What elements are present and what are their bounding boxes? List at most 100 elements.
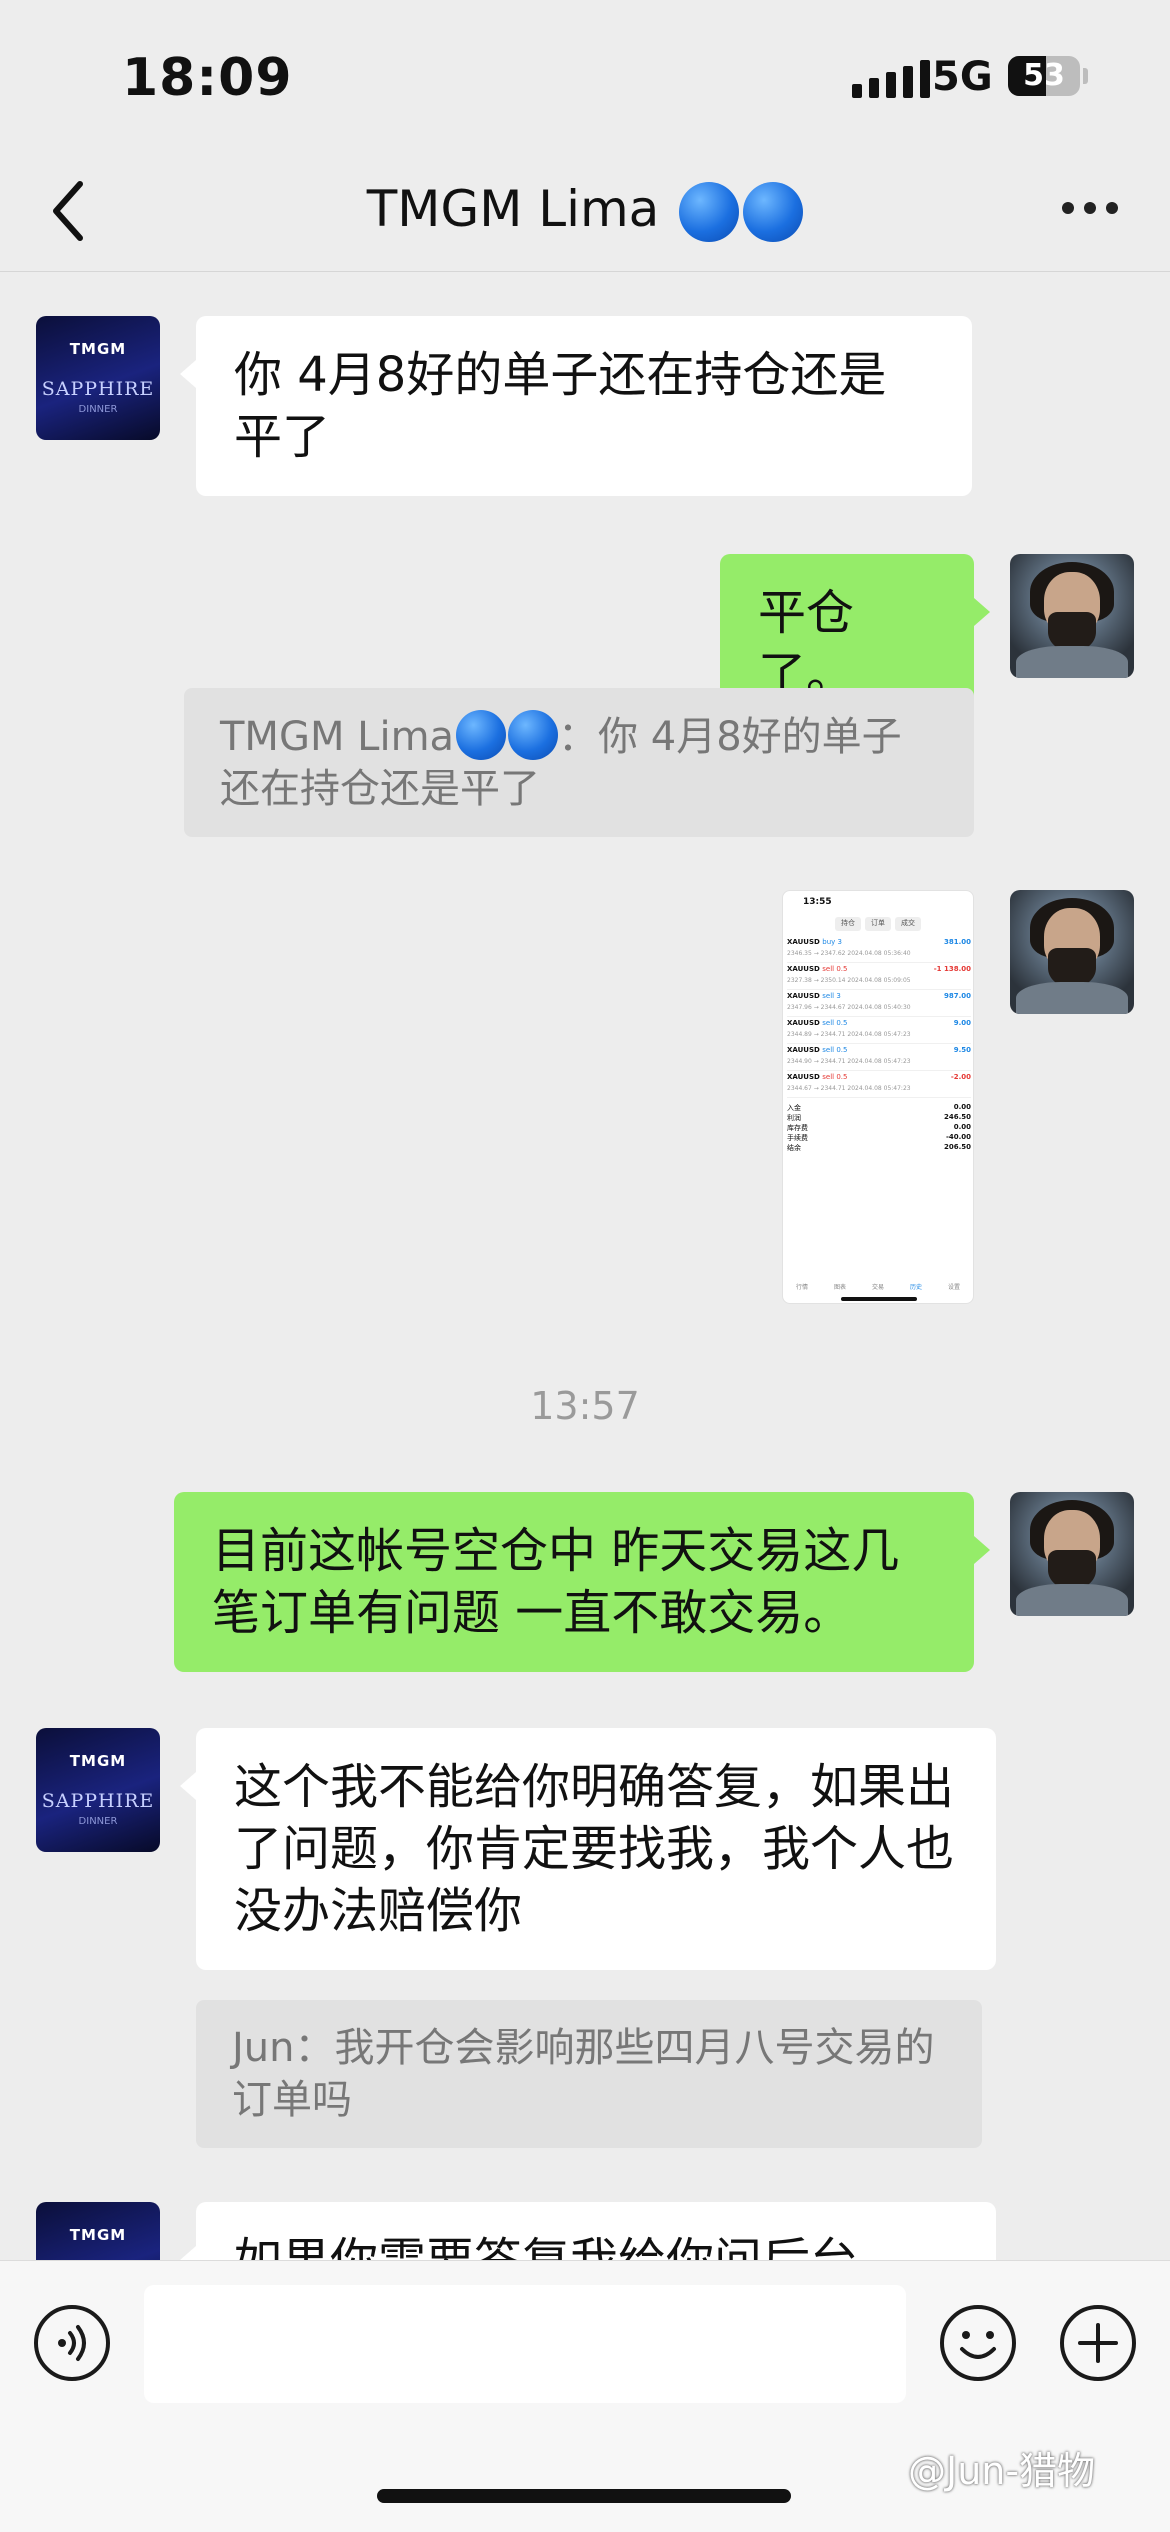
quote-sender: TMGM Lima [220, 714, 455, 760]
shot-trade-row: XAUUSD sell 0.5 -1 138.00 2327.38 → 2350.1… [787, 964, 971, 990]
contact-avatar[interactable]: TMGM SAPPHIRE DINNER [36, 316, 160, 440]
shot-footer-tab: 设置 [947, 1284, 960, 1291]
shot-trade-side: buy 3 [822, 938, 842, 946]
shot-summary: 入金 0.00 利润 246.50 库存费 0.00 手续费 -40.00 结余 206.50 [787, 1103, 971, 1153]
signal-icon [852, 58, 930, 98]
chat-title-text: TMGM Lima [366, 180, 660, 238]
shot-trade-pl: 9.00 [953, 1019, 971, 1027]
chat-title: TMGM Lima [0, 180, 1170, 244]
shot-trade-pl: 987.00 [943, 992, 971, 1000]
more-icon[interactable] [1062, 202, 1118, 214]
shot-trade-row: XAUUSD buy 3 381.00 2346.35 → 2347.62 2024… [787, 937, 971, 963]
contact-avatar[interactable]: TMGM SAPPHIRE DINNER [36, 1728, 160, 1852]
user-avatar[interactable] [1010, 554, 1134, 678]
shot-tab: 订单 [865, 917, 891, 931]
shot-summary-row: 利润 246.50 [787, 1113, 971, 1123]
shot-summary-label: 入金 [787, 1104, 801, 1112]
watermark: @Jun-猎物 [908, 2449, 1096, 2493]
home-indicator [377, 2489, 791, 2503]
shot-tabs: 持仓 订单 成交 [783, 917, 973, 931]
message-bubble-incoming[interactable]: 你 4月8好的单子还在持仓还是平了 [180, 316, 972, 496]
shot-trade-row: XAUUSD sell 0.5 9.00 2344.89 → 2344.71 202… [787, 1018, 971, 1044]
battery-value: 53 [1023, 58, 1065, 93]
shot-trade-detail: 2344.67 → 2344.71 2024.04.08 05:47:23 [787, 1085, 911, 1092]
shot-footer-tab: 历史 [909, 1284, 922, 1291]
shot-trade-symbol: XAUUSD buy 3 [787, 938, 842, 946]
message-text: 如果你需要答复我给你问后台 [234, 2233, 858, 2260]
shot-trade-pl: 9.50 [953, 1046, 971, 1054]
quoted-message[interactable]: Jun：我开仓会影响那些四月八号交易的订单吗 [196, 2000, 982, 2148]
message-list[interactable]: TMGM SAPPHIRE DINNER 你 4月8好的单子还在持仓还是平了 平… [0, 272, 1170, 2260]
emoji-icon[interactable] [938, 2303, 1018, 2383]
shot-trade-symbol: XAUUSD sell 0.5 [787, 965, 848, 973]
shot-summary-label: 手续费 [787, 1134, 808, 1142]
shot-summary-value: -40.00 [945, 1133, 971, 1141]
shot-trade-detail: 2346.35 → 2347.62 2024.04.08 05:36:40 [787, 950, 911, 957]
message-input[interactable] [144, 2285, 906, 2403]
quoted-message[interactable]: TMGM Lima ：你 4月8好的单子还在持仓还是平了 [184, 688, 974, 837]
battery-tip [1083, 68, 1088, 84]
message-text: 目前这帐号空仓中 昨天交易这几笔订单有问题 一直不敢交易。 [212, 1523, 900, 1641]
blue-circle-emoji [456, 710, 507, 760]
message-bubble-incoming[interactable]: 如果你需要答复我给你问后台 [180, 2202, 996, 2260]
avatar-logo-text: TMGM [69, 1752, 127, 1770]
shot-trade-symbol: XAUUSD sell 3 [787, 992, 841, 1000]
blue-circle-emoji [508, 710, 559, 760]
quote-text: Jun：我开仓会影响那些四月八号交易的订单吗 [232, 2025, 935, 2123]
shot-trade-pl: -1 138.00 [933, 965, 971, 973]
shot-trade-side: sell 3 [822, 992, 841, 1000]
shot-summary-value: 0.00 [953, 1123, 971, 1131]
shot-trade-symbol: XAUUSD sell 0.5 [787, 1046, 848, 1054]
avatar-logo-text: TMGM [69, 2226, 127, 2244]
shot-trade-detail: 2327.38 → 2350.14 2024.04.08 05:09:05 [787, 977, 911, 984]
message-text: 平仓了。 [758, 585, 855, 703]
avatar-sub: DINNER [78, 1816, 118, 1827]
shot-trade-side: sell 0.5 [822, 1073, 848, 1081]
shot-trade-symbol: XAUUSD sell 0.5 [787, 1073, 848, 1081]
shot-summary-value: 246.50 [943, 1113, 971, 1121]
shot-trade-pl: -2.00 [950, 1073, 971, 1081]
message-text: 这个我不能给你明确答复，如果出了问题，你肯定要找我，我个人也没办法赔偿你 [234, 1759, 955, 1939]
shot-summary-value: 206.50 [943, 1143, 971, 1151]
shot-trade-row: XAUUSD sell 0.5 -2.00 2344.67 → 2344.71 20… [787, 1072, 971, 1098]
avatar-word: SAPPHIRE [41, 1790, 155, 1812]
shot-trade-side: sell 0.5 [822, 1046, 848, 1054]
message-bubble-outgoing[interactable]: 目前这帐号空仓中 昨天交易这几笔订单有问题 一直不敢交易。 [174, 1492, 990, 1672]
shot-footer-tab: 图表 [833, 1284, 846, 1291]
shot-summary-label: 利润 [787, 1114, 801, 1122]
status-bar: 18:09 5G 53 [0, 0, 1170, 150]
shot-summary-row: 入金 0.00 [787, 1103, 971, 1113]
user-avatar[interactable] [1010, 1492, 1134, 1616]
shot-summary-label: 结余 [787, 1144, 801, 1152]
shot-tab: 持仓 [835, 917, 861, 931]
avatar-word: SAPPHIRE [41, 378, 155, 400]
image-message-trade-history[interactable]: 13:55 持仓 订单 成交 XAUUSD buy 3 381.00 2346.35 →… [782, 890, 974, 1304]
shot-trade-side: sell 0.5 [822, 1019, 848, 1027]
shot-summary-row: 手续费 -40.00 [787, 1133, 971, 1143]
shot-trade-side: sell 0.5 [822, 965, 848, 973]
shot-footer-tab: 交易 [871, 1284, 884, 1291]
shot-trade-detail: 2344.90 → 2344.71 2024.04.08 05:47:23 [787, 1058, 911, 1065]
shot-home-indicator [841, 1297, 917, 1301]
shot-tab: 成交 [895, 917, 921, 931]
user-avatar[interactable] [1010, 890, 1134, 1014]
shot-footer-tab: 行情 [795, 1284, 808, 1291]
blue-circle-emoji [675, 181, 804, 244]
contact-avatar[interactable]: TMGM SAPPHIRE DINNER [36, 2202, 160, 2260]
shot-summary-value: 0.00 [953, 1103, 971, 1111]
shot-footer: 行情 图表 交易 历史 设置 [783, 1282, 973, 1291]
network-label: 5G [932, 54, 993, 100]
battery-icon: 53 [1008, 56, 1080, 96]
shot-trade-row: XAUUSD sell 0.5 9.50 2344.90 → 2344.71 202… [787, 1045, 971, 1071]
avatar-sub: DINNER [78, 404, 118, 415]
message-bubble-incoming[interactable]: 这个我不能给你明确答复，如果出了问题，你肯定要找我，我个人也没办法赔偿你 [180, 1728, 996, 1970]
shot-trade-pl: 381.00 [943, 938, 971, 946]
shot-summary-row: 结余 206.50 [787, 1143, 971, 1153]
voice-icon[interactable] [32, 2303, 112, 2383]
shot-trade-row: XAUUSD sell 3 987.00 2347.96 → 2344.67 202… [787, 991, 971, 1017]
timestamp: 13:57 [530, 1384, 640, 1428]
chat-header: TMGM Lima [0, 150, 1170, 272]
plus-icon[interactable] [1058, 2303, 1138, 2383]
shot-time: 13:55 [803, 897, 832, 907]
message-text: 你 4月8好的单子还在持仓还是平了 [234, 347, 887, 465]
